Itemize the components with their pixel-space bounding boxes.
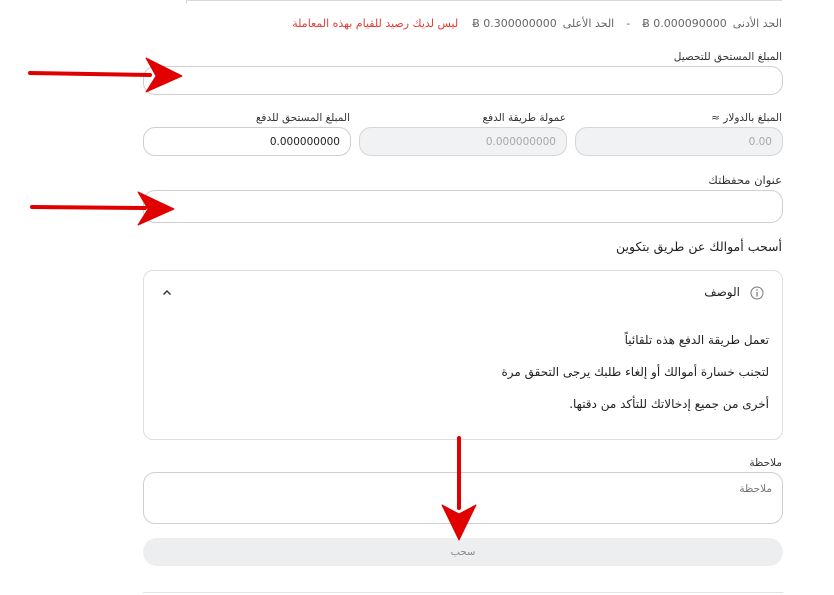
red-arrow-icon xyxy=(28,57,477,541)
